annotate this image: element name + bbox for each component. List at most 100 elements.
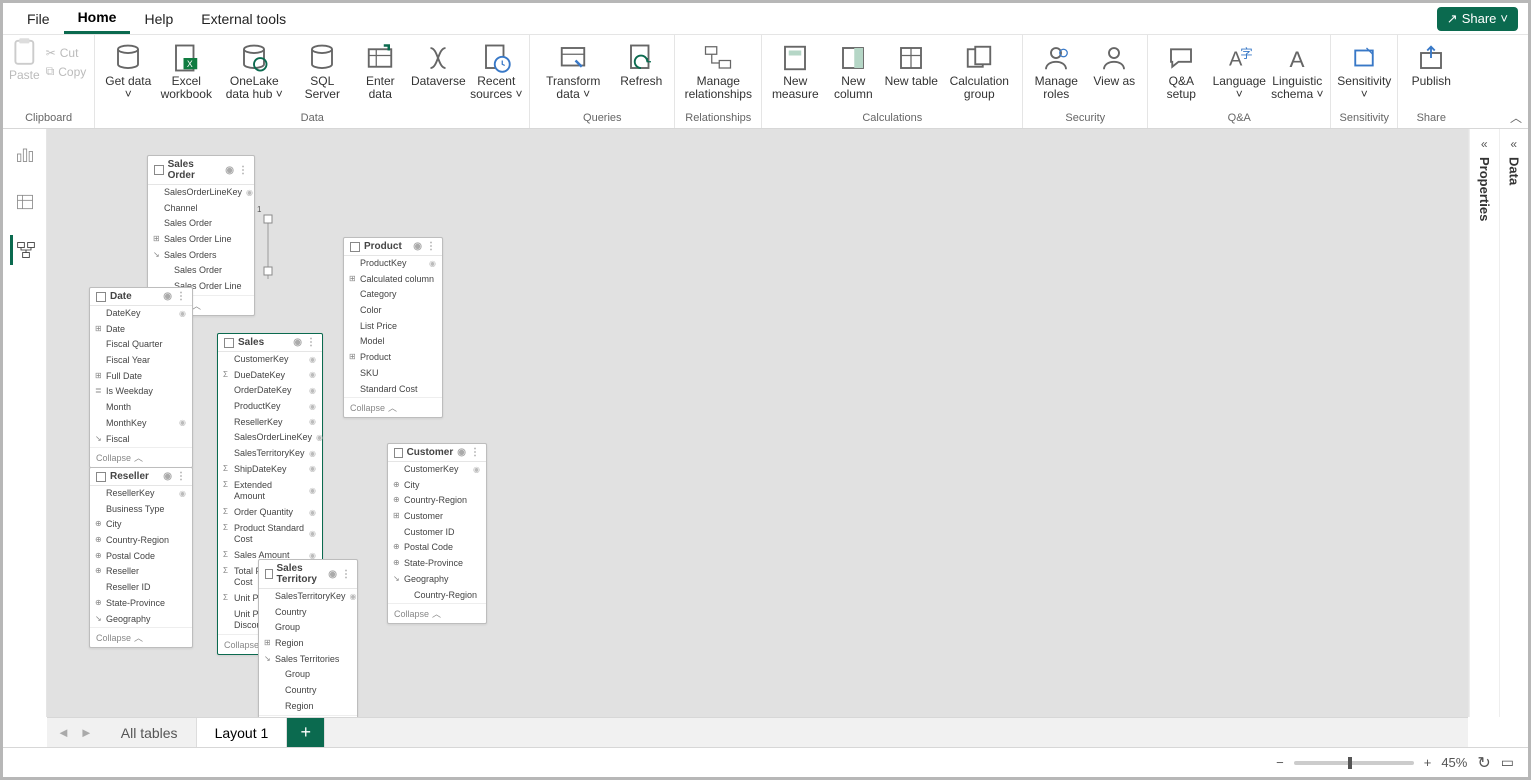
table-field[interactable]: ⊕Reseller: [90, 564, 192, 580]
collapse-button[interactable]: Collapse ︿: [388, 603, 486, 623]
table-header[interactable]: Date◉⋮: [90, 288, 192, 306]
table-field[interactable]: Reseller ID: [90, 580, 192, 596]
table-card-product[interactable]: Product◉⋮ProductKey◉⊞Calculated columnCa…: [343, 237, 443, 418]
table-field[interactable]: OrderDateKey◉: [218, 383, 322, 399]
transform-data-button[interactable]: Transform data ˅: [536, 37, 610, 101]
eye-icon[interactable]: ◉: [163, 471, 172, 482]
more-icon[interactable]: ⋮: [176, 291, 186, 302]
table-card-sales-territory[interactable]: Sales Territory◉⋮SalesTerritoryKey◉Count…: [258, 559, 358, 717]
table-field[interactable]: ⊕State-Province: [90, 596, 192, 612]
tab-next-button[interactable]: ►: [80, 725, 93, 740]
table-field[interactable]: SalesTerritoryKey◉: [218, 446, 322, 462]
table-field[interactable]: ⊞Date: [90, 322, 192, 338]
table-header[interactable]: Sales Territory◉⋮: [259, 560, 357, 589]
collapse-button[interactable]: Collapse ︿: [344, 397, 442, 417]
table-field[interactable]: ↘Geography: [388, 572, 486, 588]
share-button[interactable]: ↗ Share ˅: [1437, 7, 1518, 31]
more-icon[interactable]: ⋮: [306, 337, 316, 348]
more-icon[interactable]: ⋮: [341, 569, 351, 580]
table-field[interactable]: Channel: [148, 201, 254, 217]
table-field[interactable]: Country: [259, 605, 357, 621]
table-field[interactable]: ↘Sales Territories: [259, 652, 357, 668]
table-field[interactable]: CustomerKey◉: [388, 462, 486, 478]
table-field[interactable]: ResellerKey◉: [90, 486, 192, 502]
table-field[interactable]: Month: [90, 400, 192, 416]
table-field[interactable]: ⊕City: [388, 478, 486, 494]
table-field[interactable]: ⊕Postal Code: [388, 540, 486, 556]
data-view-button[interactable]: [10, 187, 40, 217]
table-field[interactable]: ΣExtended Amount◉: [218, 478, 322, 505]
zoom-slider[interactable]: [1294, 761, 1414, 765]
table-field[interactable]: Color: [344, 303, 442, 319]
menu-external-tools[interactable]: External tools: [187, 5, 300, 33]
table-field[interactable]: ↘Sales Orders: [148, 248, 254, 264]
paste-button[interactable]: Paste: [9, 37, 40, 82]
tab-all-tables[interactable]: All tables: [103, 718, 197, 747]
table-field[interactable]: Region: [259, 699, 357, 715]
table-field[interactable]: ΣDueDateKey◉: [218, 368, 322, 384]
table-header[interactable]: Customer◉⋮: [388, 444, 486, 462]
tab-add-button[interactable]: +: [287, 718, 325, 747]
menu-home[interactable]: Home: [64, 3, 131, 34]
table-field[interactable]: ⊕Country-Region: [90, 533, 192, 549]
eye-icon[interactable]: ◉: [225, 165, 234, 176]
table-field[interactable]: SalesOrderLineKey◉: [218, 430, 322, 446]
data-pane-toggle[interactable]: « Data: [1499, 129, 1529, 717]
properties-pane-toggle[interactable]: « Properties: [1469, 129, 1499, 717]
more-icon[interactable]: ⋮: [426, 241, 436, 252]
table-field[interactable]: Fiscal Quarter: [90, 337, 192, 353]
table-field[interactable]: ResellerKey◉: [218, 415, 322, 431]
table-header[interactable]: Reseller◉⋮: [90, 468, 192, 486]
table-card-date[interactable]: Date◉⋮DateKey◉⊞DateFiscal QuarterFiscal …: [89, 287, 193, 468]
qna-setup-button[interactable]: Q&A setup: [1154, 37, 1208, 101]
table-field[interactable]: ⊞Calculated column: [344, 272, 442, 288]
table-field[interactable]: Model: [344, 334, 442, 350]
table-field[interactable]: ↘Fiscal: [90, 432, 192, 448]
new-measure-button[interactable]: New measure: [768, 37, 822, 101]
model-view-button[interactable]: [10, 235, 40, 265]
zoom-out-button[interactable]: −: [1276, 755, 1284, 770]
table-field[interactable]: ProductKey◉: [344, 256, 442, 272]
more-icon[interactable]: ⋮: [238, 165, 248, 176]
eye-icon[interactable]: ◉: [163, 291, 172, 302]
table-header[interactable]: Sales◉⋮: [218, 334, 322, 352]
table-field[interactable]: ⊞Sales Order Line: [148, 232, 254, 248]
table-field[interactable]: ⊕State-Province: [388, 556, 486, 572]
new-table-button[interactable]: New table: [884, 37, 938, 88]
dataverse-button[interactable]: Dataverse: [411, 37, 465, 88]
table-field[interactable]: Customer ID: [388, 525, 486, 541]
fit-to-page-button[interactable]: ↻: [1477, 753, 1490, 773]
table-header[interactable]: Sales Order◉⋮: [148, 156, 254, 185]
menu-file[interactable]: File: [13, 5, 64, 33]
eye-icon[interactable]: ◉: [328, 569, 337, 580]
tab-layout-1[interactable]: Layout 1: [197, 718, 288, 747]
table-field[interactable]: MonthKey◉: [90, 416, 192, 432]
table-field[interactable]: CustomerKey◉: [218, 352, 322, 368]
linguistic-schema-button[interactable]: ALinguistic schema ˅: [1270, 37, 1324, 101]
enter-data-button[interactable]: Enter data: [353, 37, 407, 101]
table-field[interactable]: Group: [259, 667, 357, 683]
table-field[interactable]: Fiscal Year: [90, 353, 192, 369]
menu-help[interactable]: Help: [130, 5, 187, 33]
table-header[interactable]: Product◉⋮: [344, 238, 442, 256]
table-field[interactable]: Country: [259, 683, 357, 699]
cut-button[interactable]: ✂Cut: [44, 45, 89, 61]
table-field[interactable]: ⊞Product: [344, 350, 442, 366]
tab-prev-button[interactable]: ◄: [57, 725, 70, 740]
table-card-customer[interactable]: Customer◉⋮CustomerKey◉⊕City⊕Country-Regi…: [387, 443, 487, 624]
table-field[interactable]: Standard Cost: [344, 382, 442, 398]
manage-roles-button[interactable]: Manage roles: [1029, 37, 1083, 101]
table-field[interactable]: Category: [344, 287, 442, 303]
table-field[interactable]: ΣProduct Standard Cost◉: [218, 521, 322, 548]
language-button[interactable]: A字Language ˅: [1212, 37, 1266, 101]
table-field[interactable]: ⊞Customer: [388, 509, 486, 525]
collapse-ribbon-button[interactable]: ︿: [1510, 109, 1522, 126]
table-field[interactable]: Sales Order: [148, 263, 254, 279]
collapse-button[interactable]: Collapse ︿: [90, 627, 192, 647]
table-card-reseller[interactable]: Reseller◉⋮ResellerKey◉Business Type⊕City…: [89, 467, 193, 648]
recent-sources-button[interactable]: Recent sources ˅: [469, 37, 523, 101]
publish-button[interactable]: Publish: [1404, 37, 1458, 88]
table-field[interactable]: Group: [259, 620, 357, 636]
table-field[interactable]: ProductKey◉: [218, 399, 322, 415]
get-data-button[interactable]: Get data ˅: [101, 37, 155, 101]
